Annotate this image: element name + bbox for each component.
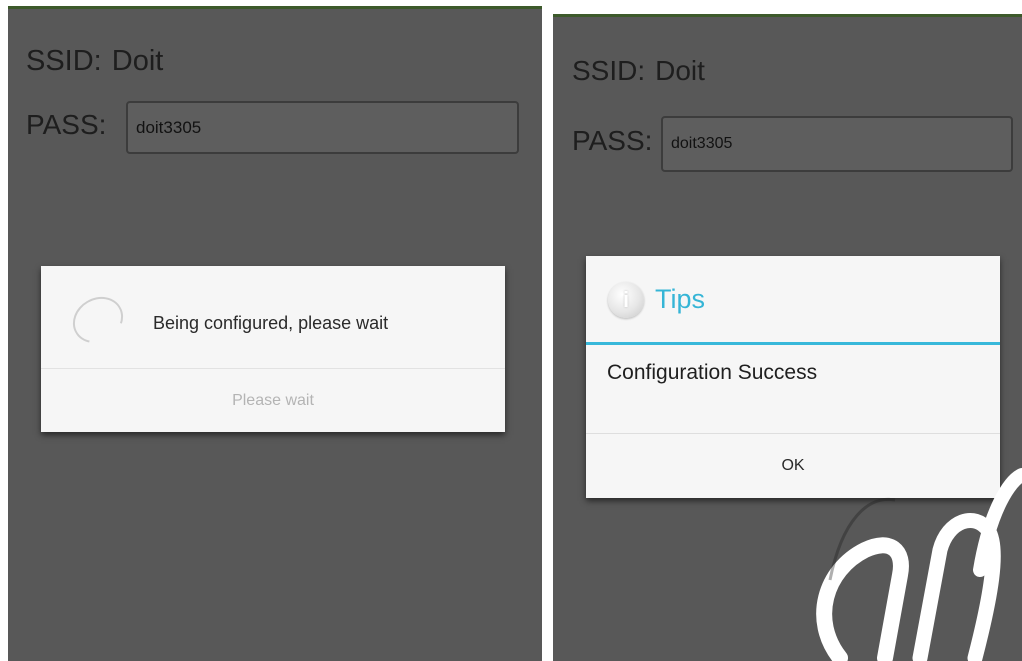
right-phone-screen: SSID: Doit PASS: i Tips Configuration Suc… [553, 14, 1022, 661]
ssid-row: SSID: Doit [572, 55, 705, 87]
progress-message: Being configured, please wait [153, 313, 389, 333]
dialog-message: Configuration Success [607, 361, 818, 384]
loading-spinner-icon [64, 287, 132, 353]
dialog-title: Tips [655, 284, 706, 314]
info-icon: i [608, 282, 644, 318]
top-status-bar [553, 14, 1022, 17]
password-input[interactable] [661, 116, 1013, 172]
pass-label: PASS: [26, 109, 107, 140]
ssid-label: SSID: [26, 45, 102, 77]
ssid-row: SSID: Doit [26, 45, 163, 78]
ssid-value: Doit [655, 55, 705, 86]
title-divider [586, 342, 1000, 345]
top-status-bar [8, 6, 542, 9]
ssid-value: Doit [111, 45, 164, 77]
pass-label: PASS: [572, 125, 653, 156]
left-phone-screen: SSID: Doit PASS: Being configured, please… [8, 6, 542, 661]
progress-dialog: Being configured, please wait Please wai… [41, 266, 505, 432]
password-input[interactable] [126, 101, 519, 154]
ssid-label: SSID: [572, 55, 646, 86]
please-wait-button: Please wait [41, 369, 505, 432]
ok-button[interactable]: OK [586, 434, 1000, 498]
tips-dialog: i Tips Configuration Success OK [586, 256, 1000, 498]
